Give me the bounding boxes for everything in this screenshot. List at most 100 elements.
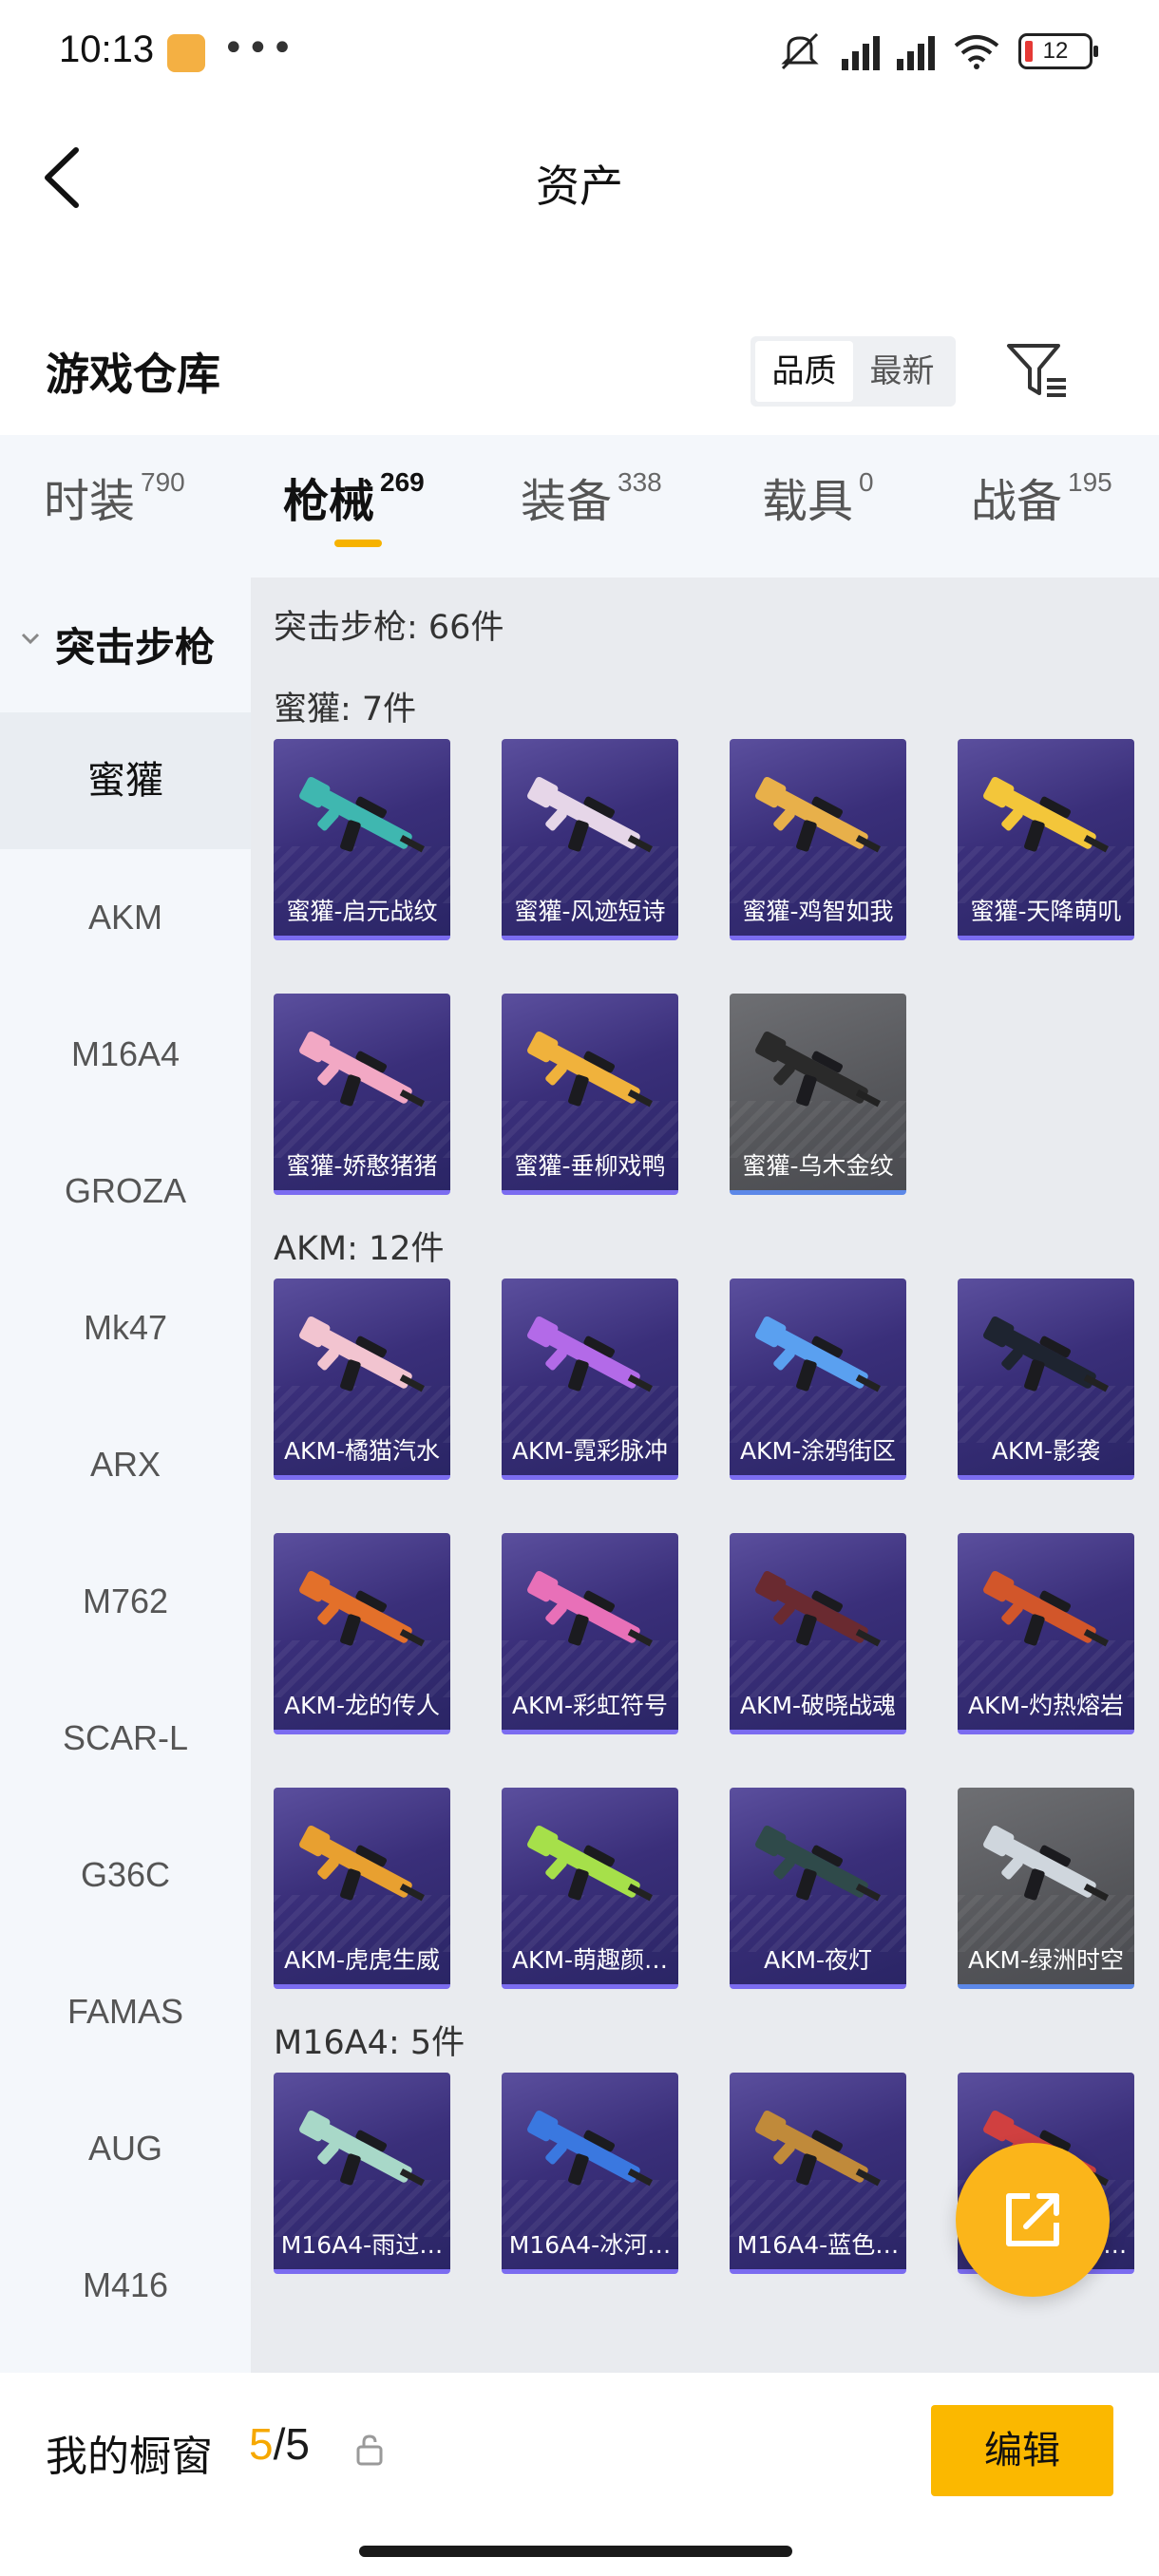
more-notifications-icon: ••• [222,27,295,70]
home-indicator[interactable] [359,2546,792,2557]
sidebar-item[interactable]: G36C [0,1807,251,1943]
gun-icon [983,1316,1109,1392]
sidebar-group-assault-rifles[interactable]: 突击步枪 [0,578,251,712]
sidebar-item[interactable]: AKM [0,849,251,986]
page-title: 资产 [536,161,623,212]
share-button[interactable] [956,2143,1110,2297]
battery-icon: 12 [1018,33,1098,69]
gun-icon [527,776,653,853]
weapon-card[interactable]: AKM-影袭 [958,1279,1134,1480]
weapon-card[interactable]: 蜜獾-垂柳戏鸭 [502,994,678,1195]
warehouse-title: 游戏仓库 [46,349,220,400]
sidebar-item[interactable]: GROZA [0,1123,251,1260]
filter-icon[interactable] [1005,340,1072,401]
weapon-card[interactable]: 蜜獾-启元战纹 [274,739,450,940]
sidebar-item[interactable]: M416 [0,2217,251,2354]
sidebar-item[interactable]: M762 [0,1533,251,1670]
weapon-name: AKM-影袭 [991,1437,1101,1465]
weapon-card[interactable]: 蜜獾-娇憨猪猪 [274,994,450,1195]
gun-icon [527,1570,653,1647]
gun-icon [755,1316,881,1392]
tab-label: 枪械 [283,475,375,528]
tab-count: 195 [1068,467,1112,497]
weapon-card[interactable]: 蜜獾-乌木金纹 [730,994,906,1195]
weapon-card[interactable]: AKM-破晓战魂 [730,1533,906,1734]
weapon-name: 蜜獾-娇憨猪猪 [286,1152,438,1180]
section-label: AKM: 12件 [274,1230,445,1268]
wifi-icon [954,35,999,69]
sort-quality-option[interactable]: 品质 [755,341,853,402]
gun-icon [755,2110,881,2187]
weapon-name: AKM-萌趣颜… [511,1946,669,1974]
tab-vehicles[interactable]: 载具 0 [762,464,874,530]
weapon-card[interactable]: AKM-彩虹符号 [502,1533,678,1734]
gun-icon [983,1825,1109,1902]
weapon-card[interactable]: 蜜獾-天降萌叽 [958,739,1134,940]
gun-icon [527,1316,653,1392]
weapon-card[interactable]: AKM-灼热熔岩 [958,1533,1134,1734]
weapon-name: AKM-彩虹符号 [511,1692,669,1719]
section-label: M16A4: 5件 [274,2024,466,2062]
weapon-card[interactable]: AKM-橘猫汽水 [274,1279,450,1480]
tab-count: 0 [859,467,874,497]
weapon-grid: 突击步枪: 66件 蜜獾: 7件 蜜獾-启元战纹 蜜獾-风迹短诗 蜜獾-鸡智如我 蜜獾-… [251,578,1159,2373]
tab-fashion[interactable]: 时装 790 [44,464,185,530]
tab-count: 269 [380,467,425,497]
weapon-name: AKM-龙的传人 [283,1692,441,1719]
sort-newest-option[interactable]: 最新 [853,341,951,402]
sidebar-item[interactable]: FAMAS [0,1943,251,2080]
gun-icon [755,1825,881,1902]
weapon-name: 蜜獾-乌木金纹 [742,1152,894,1180]
weapon-name: M16A4-冰河… [508,2231,672,2259]
status-time: 10:13 [59,28,155,70]
sidebar-item[interactable]: 蜜獾 [0,712,251,849]
sidebar-item[interactable]: M16A4 [0,986,251,1123]
weapon-name: AKM-夜灯 [763,1946,873,1974]
gun-icon [299,2110,425,2187]
tab-count: 790 [141,467,185,497]
tab-combat-gear[interactable]: 战备 195 [971,464,1112,530]
weapon-card[interactable]: AKM-龙的传人 [274,1533,450,1734]
weapon-card[interactable]: 蜜獾-鸡智如我 [730,739,906,940]
weapon-card[interactable]: AKM-霓彩脉冲 [502,1279,678,1480]
gun-icon [299,1570,425,1647]
gun-icon [983,776,1109,853]
sidebar-item[interactable]: AUG [0,2080,251,2217]
weapon-card[interactable]: 蜜獾-风迹短诗 [502,739,678,940]
weapon-card[interactable]: M16A4-蓝色… [730,2073,906,2274]
weapon-name: AKM-虎虎生威 [283,1946,441,1974]
sidebar-item[interactable]: SCAR-L [0,1670,251,1807]
gun-icon [527,1825,653,1902]
weapon-name: 蜜獾-启元战纹 [286,898,438,925]
weapon-card[interactable]: AKM-萌趣颜… [502,1788,678,1989]
edit-button[interactable]: 编辑 [931,2405,1113,2496]
weapon-card[interactable]: AKM-涂鸦街区 [730,1279,906,1480]
weapon-card[interactable]: M16A4-冰河… [502,2073,678,2274]
gun-icon [983,1570,1109,1647]
tab-label: 时装 [44,475,136,528]
weapon-card[interactable]: AKM-虎虎生威 [274,1788,450,1989]
gun-icon [755,1031,881,1108]
showcase-total: /5 [273,2419,310,2469]
sort-toggle: 品质 最新 [750,336,956,407]
weapon-sidebar: 突击步枪 蜜獾 AKM M16A4 GROZA Mk47 ARX M762 SC… [0,578,251,2373]
gun-icon [299,1825,425,1902]
mute-icon [781,32,819,70]
status-icons: 12 [775,30,1098,72]
weapon-name: AKM-霓彩脉冲 [511,1437,669,1465]
weapon-card[interactable]: AKM-夜灯 [730,1788,906,1989]
weapon-card[interactable]: AKM-绿洲时空 [958,1788,1134,1989]
gun-icon [755,1570,881,1647]
tab-equipment[interactable]: 装备 338 [521,464,662,530]
gun-icon [527,2110,653,2187]
showcase-current: 5 [249,2419,274,2469]
showcase-label: 我的橱窗 [46,2433,213,2481]
header: 资产 [0,104,1159,247]
tab-firearms[interactable]: 枪械 269 [283,464,425,530]
sidebar-item[interactable]: ARX [0,1396,251,1533]
category-tabs: 时装 790 枪械 269 装备 338 载具 0 战备 195 [0,435,1159,578]
weapon-card[interactable]: M16A4-雨过… [274,2073,450,2274]
sidebar-item[interactable]: Mk47 [0,1260,251,1396]
sidebar-group-label: 突击步枪 [55,624,216,671]
weapon-name: AKM-橘猫汽水 [283,1437,441,1465]
